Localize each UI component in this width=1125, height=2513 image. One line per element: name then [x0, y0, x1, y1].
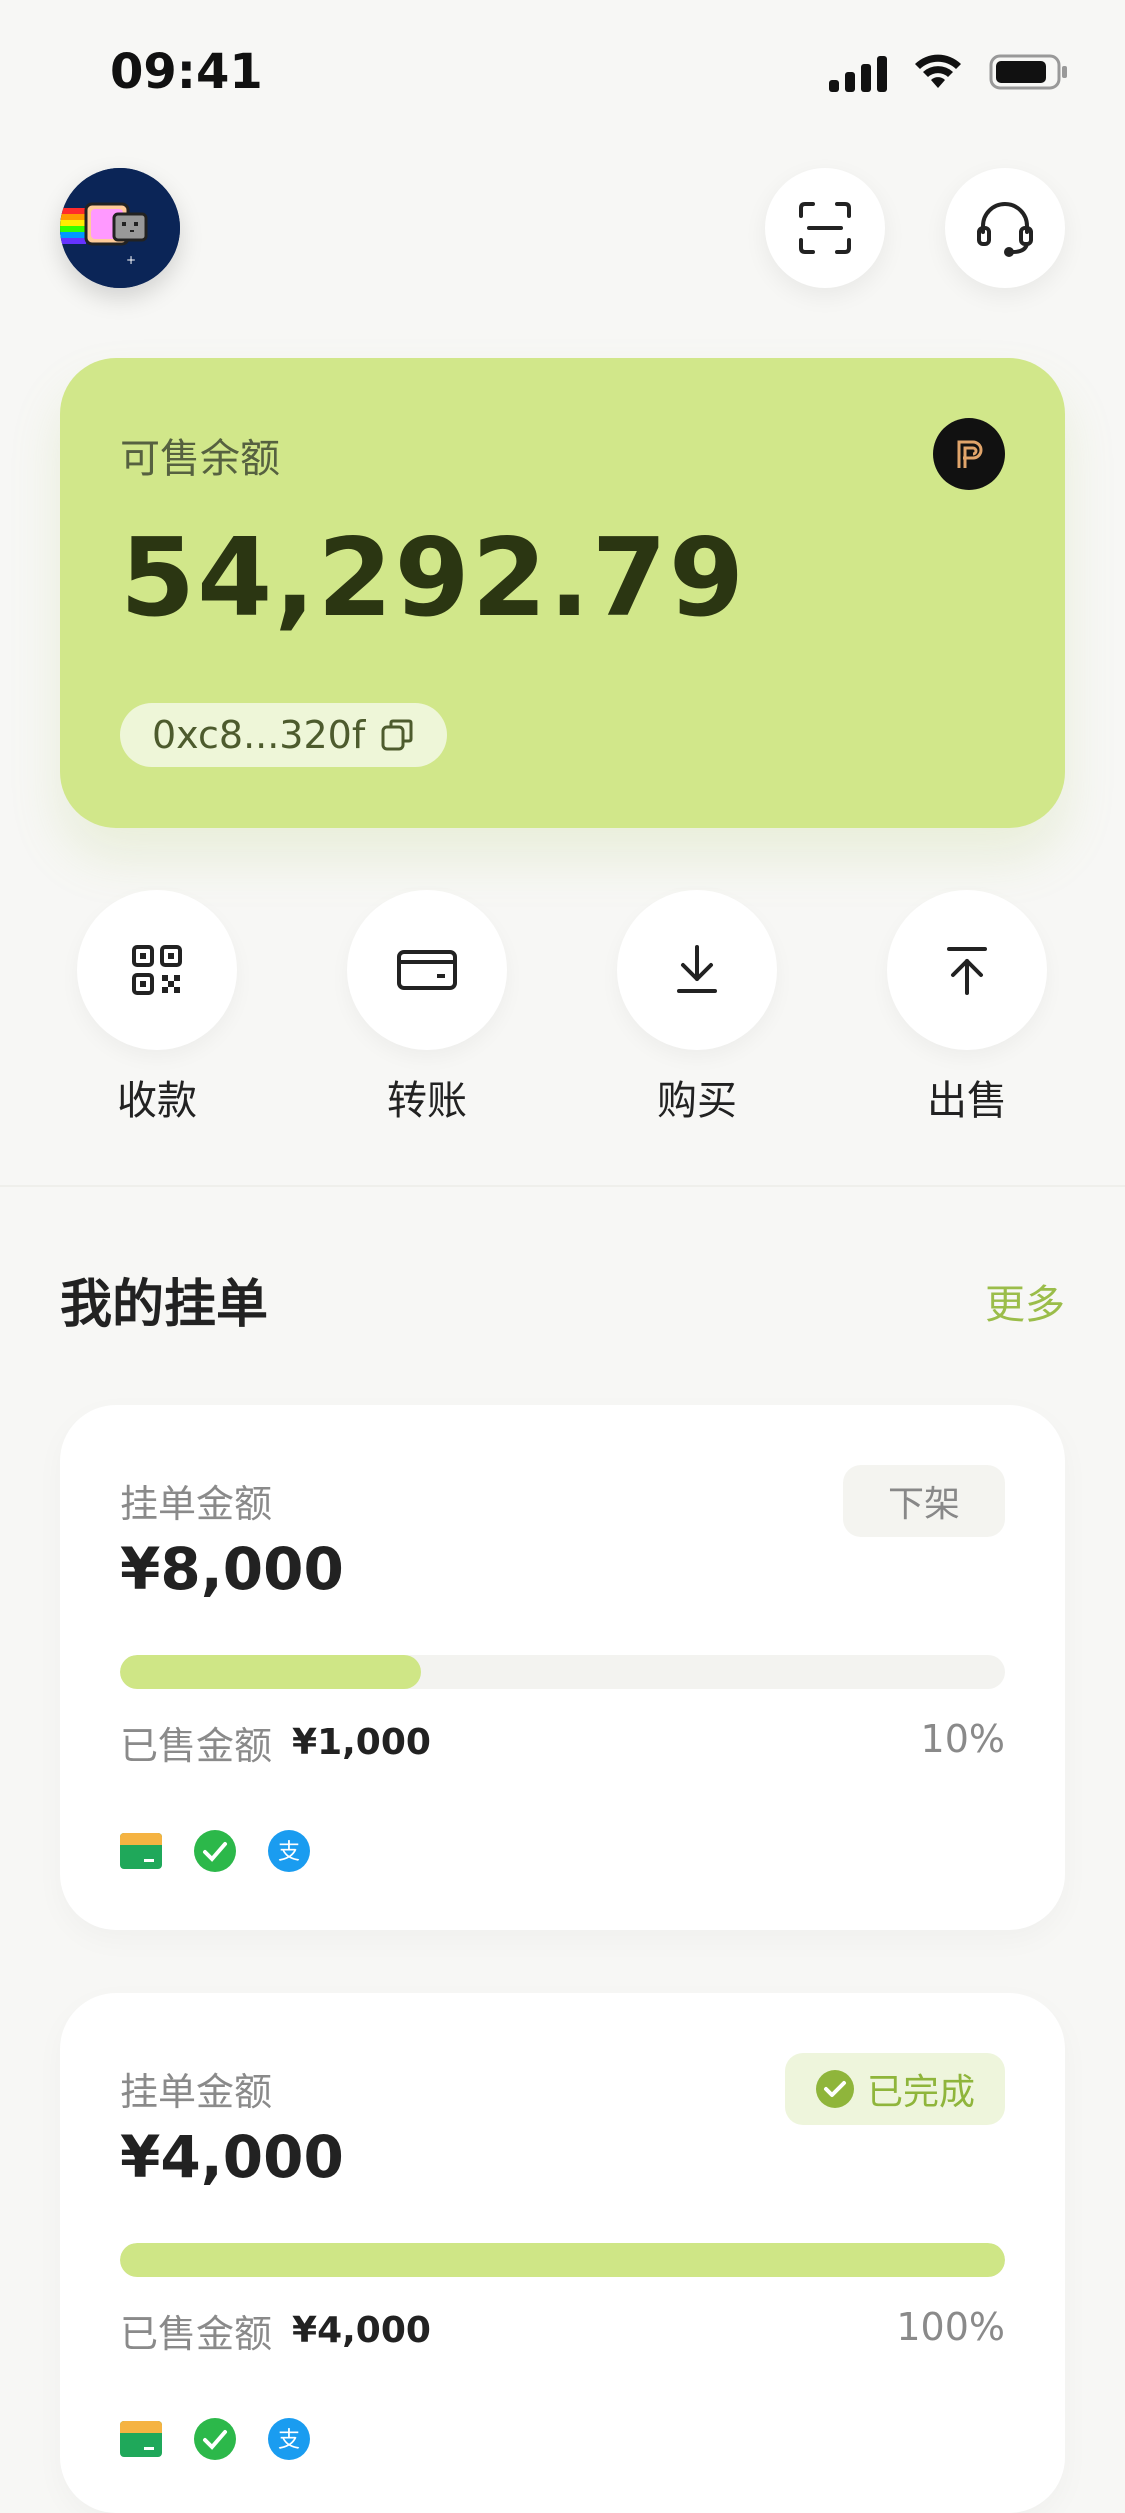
headset-support-icon	[977, 202, 1033, 257]
action-sell[interactable]: 出售	[867, 890, 1067, 1126]
order-progress-bar	[120, 2243, 1005, 2277]
section-divider	[0, 1185, 1125, 1187]
sold-row: 已售金额 ¥1,000	[120, 1715, 431, 1770]
order-progress-fill	[120, 2243, 1005, 2277]
completed-label: 已完成	[866, 2072, 975, 2113]
balance-amount: 54,292.79	[120, 516, 747, 641]
order-card[interactable]: 挂单金额 ¥8,000 下架 已售金额 ¥1,000 10% 支	[60, 1405, 1065, 1930]
payment-methods: 支	[120, 1830, 310, 1872]
more-link[interactable]: 更多	[985, 1272, 1065, 1330]
order-progress-bar	[120, 1655, 1005, 1689]
action-transfer[interactable]: 转账	[327, 890, 527, 1126]
token-p-icon	[933, 418, 1005, 490]
order-amount-label: 挂单金额	[120, 2070, 273, 2114]
svg-text:支: 支	[278, 1840, 300, 1865]
card-icon	[397, 950, 457, 990]
svg-text:支: 支	[278, 2428, 300, 2453]
order-amount: ¥8,000	[120, 1535, 344, 1603]
address-pill[interactable]: 0xc8...320f	[120, 703, 448, 767]
copy-icon[interactable]	[379, 717, 415, 753]
sold-value: ¥4,000	[292, 2310, 431, 2351]
wechat-icon	[194, 1830, 236, 1872]
battery-icon	[989, 54, 1067, 90]
delist-button[interactable]: 下架	[843, 1465, 1005, 1537]
cellular-signal-icon	[829, 52, 887, 92]
svg-text:+: +	[126, 253, 136, 267]
support-button[interactable]	[945, 168, 1065, 288]
nyan-cat-avatar-icon: +	[60, 168, 180, 288]
order-progress-fill	[120, 1655, 421, 1689]
action-receive-label: 收款	[117, 1078, 197, 1124]
alipay-icon: 支	[268, 2418, 310, 2460]
sold-percent: 10%	[920, 1717, 1005, 1761]
scan-icon	[799, 202, 851, 254]
bank-card-icon	[120, 1833, 162, 1869]
bank-card-icon	[120, 2421, 162, 2457]
action-receive[interactable]: 收款	[57, 890, 257, 1126]
payment-methods: 支	[120, 2418, 310, 2460]
action-sell-label: 出售	[927, 1078, 1007, 1124]
action-sell-circle[interactable]	[887, 890, 1047, 1050]
status-icons	[829, 52, 1069, 92]
scan-button[interactable]	[765, 168, 885, 288]
download-arrow-icon	[677, 945, 717, 993]
wifi-icon	[915, 54, 961, 88]
completed-badge: 已完成	[784, 2053, 1005, 2125]
avatar[interactable]: +	[60, 168, 180, 288]
balance-label: 可售余额	[120, 436, 280, 482]
order-card[interactable]: 挂单金额 ¥4,000 已完成 已售金额 ¥4,000 100% 支	[60, 1993, 1065, 2513]
balance-card: 可售余额 54,292.79 0xc8...320f	[60, 358, 1065, 828]
action-receive-circle[interactable]	[77, 890, 237, 1050]
upload-arrow-icon	[947, 947, 987, 995]
action-buy[interactable]: 购买	[597, 890, 797, 1126]
check-circle-icon	[815, 2070, 854, 2108]
action-buy-label: 购买	[657, 1078, 737, 1124]
sold-label: 已售金额	[120, 2312, 273, 2356]
wallet-address: 0xc8...320f	[152, 713, 366, 757]
action-transfer-circle[interactable]	[347, 890, 507, 1050]
order-amount: ¥4,000	[120, 2123, 344, 2191]
sold-percent: 100%	[896, 2305, 1005, 2349]
status-time: 09:41	[110, 44, 263, 100]
sold-row: 已售金额 ¥4,000	[120, 2303, 431, 2358]
order-amount-label: 挂单金额	[120, 1482, 273, 1526]
qr-code-icon	[132, 945, 182, 995]
sold-label: 已售金额	[120, 1724, 273, 1768]
alipay-icon: 支	[268, 1830, 310, 1872]
sold-value: ¥1,000	[292, 1722, 431, 1763]
action-transfer-label: 转账	[387, 1078, 467, 1124]
action-buy-circle[interactable]	[617, 890, 777, 1050]
section-title: 我的挂单	[60, 1275, 269, 1335]
wechat-icon	[194, 2418, 236, 2460]
